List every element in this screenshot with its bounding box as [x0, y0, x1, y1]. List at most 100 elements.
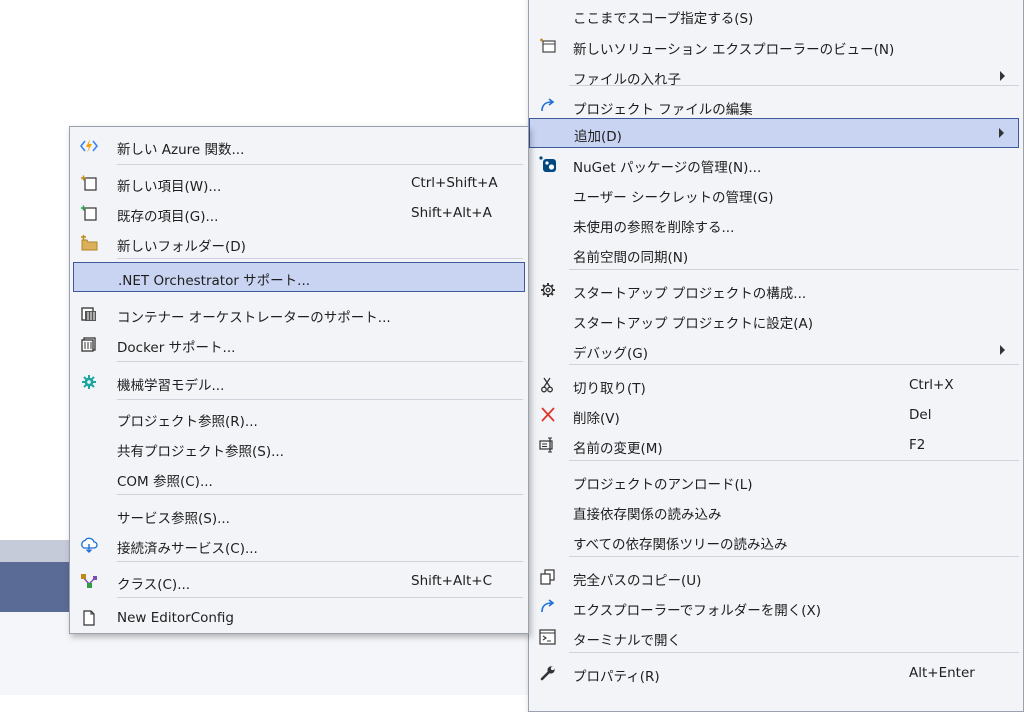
menu-separator	[569, 556, 1019, 557]
menu-item-label: ユーザー シークレットの管理(G)	[573, 190, 774, 206]
menu-item-remove-unused-references[interactable]: 未使用の参照を削除する...	[529, 209, 1019, 239]
terminal-icon	[539, 629, 557, 645]
submenu-item-service-reference[interactable]: サービス参照(S)...	[73, 500, 525, 530]
submenu-item-machine-learning-model[interactable]: 機械学習モデル...	[73, 367, 525, 397]
submenu-item-label: Docker サポート...	[117, 340, 236, 356]
submenu-item-shortcut: Shift+Alt+C	[411, 573, 493, 589]
rename-icon	[539, 437, 557, 453]
new-view-icon	[539, 38, 557, 54]
submenu-item-connected-services[interactable]: 接続済みサービス(C)...	[73, 530, 525, 560]
submenu-item-label: クラス(C)...	[117, 577, 191, 593]
submenu-item-label: 新しい項目(W)...	[117, 179, 222, 195]
submenu-item-label: プロジェクト参照(R)...	[117, 414, 258, 430]
submenu-item-new-item[interactable]: 新しい項目(W)... Ctrl+Shift+A	[73, 168, 525, 198]
menu-item-label: 追加(D)	[574, 129, 622, 145]
menu-item-manage-user-secrets[interactable]: ユーザー シークレットの管理(G)	[529, 179, 1019, 209]
menu-item-label: すべての依存関係ツリーの読み込み	[573, 537, 788, 553]
nuget-icon	[539, 156, 557, 172]
connected-service-icon	[80, 537, 98, 553]
submenu-item-label: 機械学習モデル...	[117, 378, 225, 394]
menu-item-label: ここまでスコープ指定する(S)	[573, 11, 754, 27]
menu-item-shortcut: Del	[909, 407, 932, 423]
menu-item-edit-project-file[interactable]: プロジェクト ファイルの編集	[529, 91, 1019, 121]
menu-separator	[117, 399, 523, 400]
document-icon	[80, 610, 98, 626]
menu-separator	[117, 258, 523, 259]
add-submenu: 新しい Azure 関数... 新しい項目(W)... Ctrl+Shift+A…	[69, 126, 529, 634]
class-icon	[80, 573, 98, 589]
menu-item-sync-namespaces[interactable]: 名前空間の同期(N)	[529, 239, 1019, 269]
gear-icon	[539, 282, 557, 298]
menu-item-shortcut: Alt+Enter	[909, 665, 975, 681]
submenu-arrow-icon	[999, 128, 1004, 138]
menu-separator	[569, 85, 1019, 86]
submenu-item-label: .NET Orchestrator サポート...	[118, 273, 311, 289]
copy-icon	[539, 569, 557, 585]
submenu-item-label: 新しいフォルダー(D)	[117, 239, 246, 255]
menu-item-label: プロジェクト ファイルの編集	[573, 102, 753, 118]
submenu-item-shared-project-reference[interactable]: 共有プロジェクト参照(S)...	[73, 433, 525, 463]
submenu-arrow-icon	[1000, 71, 1005, 81]
menu-item-configure-startup-projects[interactable]: スタートアップ プロジェクトの構成...	[529, 275, 1019, 305]
menu-item-label: 未使用の参照を削除する...	[573, 220, 735, 236]
menu-item-delete[interactable]: 削除(V) Del	[529, 400, 1019, 430]
new-item-icon	[80, 175, 98, 191]
submenu-item-label: COM 参照(C)...	[117, 474, 213, 490]
submenu-item-label: 接続済みサービス(C)...	[117, 541, 258, 557]
menu-item-scope-to-this[interactable]: ここまでスコープ指定する(S)	[529, 0, 1019, 30]
menu-item-shortcut: Ctrl+X	[909, 377, 954, 393]
ml-model-icon	[80, 374, 98, 390]
delete-x-icon	[539, 407, 557, 423]
menu-item-unload-project[interactable]: プロジェクトのアンロード(L)	[529, 466, 1019, 496]
submenu-item-container-orchestrator-support[interactable]: コンテナー オーケストレーターのサポート...	[73, 299, 525, 329]
menu-item-open-in-terminal[interactable]: ターミナルで開く	[529, 622, 1019, 652]
menu-item-load-all-dependencies[interactable]: すべての依存関係ツリーの読み込み	[529, 526, 1019, 556]
menu-item-set-as-startup-project[interactable]: スタートアップ プロジェクトに設定(A)	[529, 305, 1019, 335]
menu-item-manage-nuget[interactable]: NuGet パッケージの管理(N)...	[529, 149, 1019, 179]
menu-item-label: スタートアップ プロジェクトの構成...	[573, 286, 807, 302]
menu-separator	[117, 597, 523, 598]
menu-item-label: スタートアップ プロジェクトに設定(A)	[573, 316, 814, 332]
menu-item-label: エクスプローラーでフォルダーを開く(X)	[573, 603, 822, 619]
menu-item-add[interactable]: 追加(D)	[529, 118, 1019, 148]
submenu-item-class[interactable]: クラス(C)... Shift+Alt+C	[73, 566, 525, 596]
menu-item-copy-full-path[interactable]: 完全パスのコピー(U)	[529, 562, 1019, 592]
menu-item-file-nesting[interactable]: ファイルの入れ子	[529, 61, 1019, 91]
submenu-item-label: 新しい Azure 関数...	[117, 142, 245, 158]
menu-item-label: プロパティ(R)	[573, 669, 660, 685]
menu-item-label: 完全パスのコピー(U)	[573, 573, 702, 589]
submenu-item-label: コンテナー オーケストレーターのサポート...	[117, 310, 391, 326]
wrench-icon	[539, 665, 557, 681]
submenu-item-docker-support[interactable]: Docker サポート...	[73, 329, 525, 359]
submenu-item-new-folder[interactable]: 新しいフォルダー(D)	[73, 228, 525, 258]
menu-item-rename[interactable]: 名前の変更(M) F2	[529, 430, 1019, 460]
submenu-item-existing-item[interactable]: 既存の項目(G)... Shift+Alt+A	[73, 198, 525, 228]
submenu-item-project-reference[interactable]: プロジェクト参照(R)...	[73, 403, 525, 433]
menu-item-debug[interactable]: デバッグ(G)	[529, 335, 1019, 365]
menu-item-open-folder-in-explorer[interactable]: エクスプローラーでフォルダーを開く(X)	[529, 592, 1019, 622]
menu-item-label: 直接依存関係の読み込み	[573, 507, 722, 523]
menu-item-load-direct-dependencies[interactable]: 直接依存関係の読み込み	[529, 496, 1019, 526]
menu-item-label: デバッグ(G)	[573, 346, 648, 362]
menu-item-cut[interactable]: 切り取り(T) Ctrl+X	[529, 370, 1019, 400]
submenu-item-dotnet-orchestrator-support[interactable]: .NET Orchestrator サポート...	[73, 262, 525, 292]
menu-separator	[569, 460, 1019, 461]
menu-item-label: ターミナルで開く	[573, 633, 681, 649]
scissors-icon	[539, 377, 557, 393]
menu-item-properties[interactable]: プロパティ(R) Alt+Enter	[529, 658, 1019, 688]
submenu-item-new-editorconfig[interactable]: New EditorConfig	[73, 603, 525, 633]
docker-icon	[80, 336, 98, 352]
container-orchestrator-icon	[80, 306, 98, 322]
submenu-item-new-azure-function[interactable]: 新しい Azure 関数...	[73, 131, 525, 161]
menu-separator	[569, 269, 1019, 270]
menu-separator	[117, 361, 523, 362]
solution-explorer-context-menu: ここまでスコープ指定する(S) 新しいソリューション エクスプローラーのビュー(…	[528, 0, 1024, 712]
menu-item-new-solution-explorer-view[interactable]: 新しいソリューション エクスプローラーのビュー(N)	[529, 31, 1019, 61]
submenu-item-com-reference[interactable]: COM 参照(C)...	[73, 463, 525, 493]
menu-separator	[569, 652, 1019, 653]
menu-item-label: NuGet パッケージの管理(N)...	[573, 160, 762, 176]
submenu-item-shortcut: Ctrl+Shift+A	[411, 175, 498, 191]
submenu-item-label: 既存の項目(G)...	[117, 209, 219, 225]
menu-item-shortcut: F2	[909, 437, 926, 453]
azure-function-icon	[80, 138, 98, 154]
